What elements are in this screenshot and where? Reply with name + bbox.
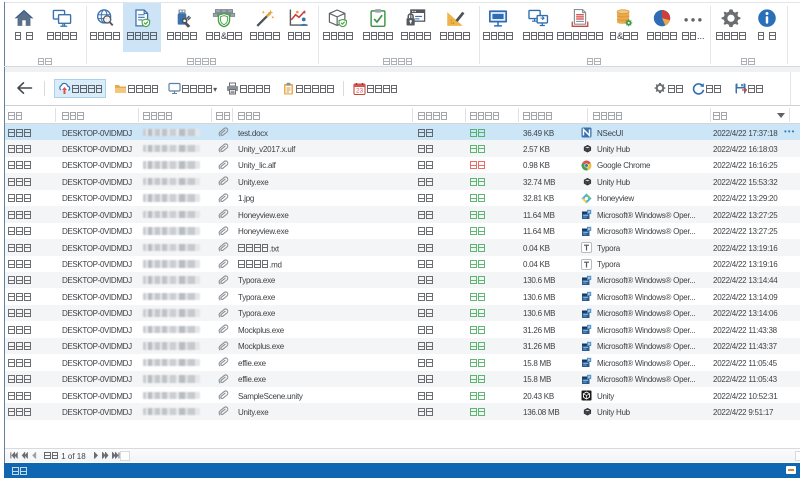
svg-text:23: 23: [356, 88, 364, 95]
